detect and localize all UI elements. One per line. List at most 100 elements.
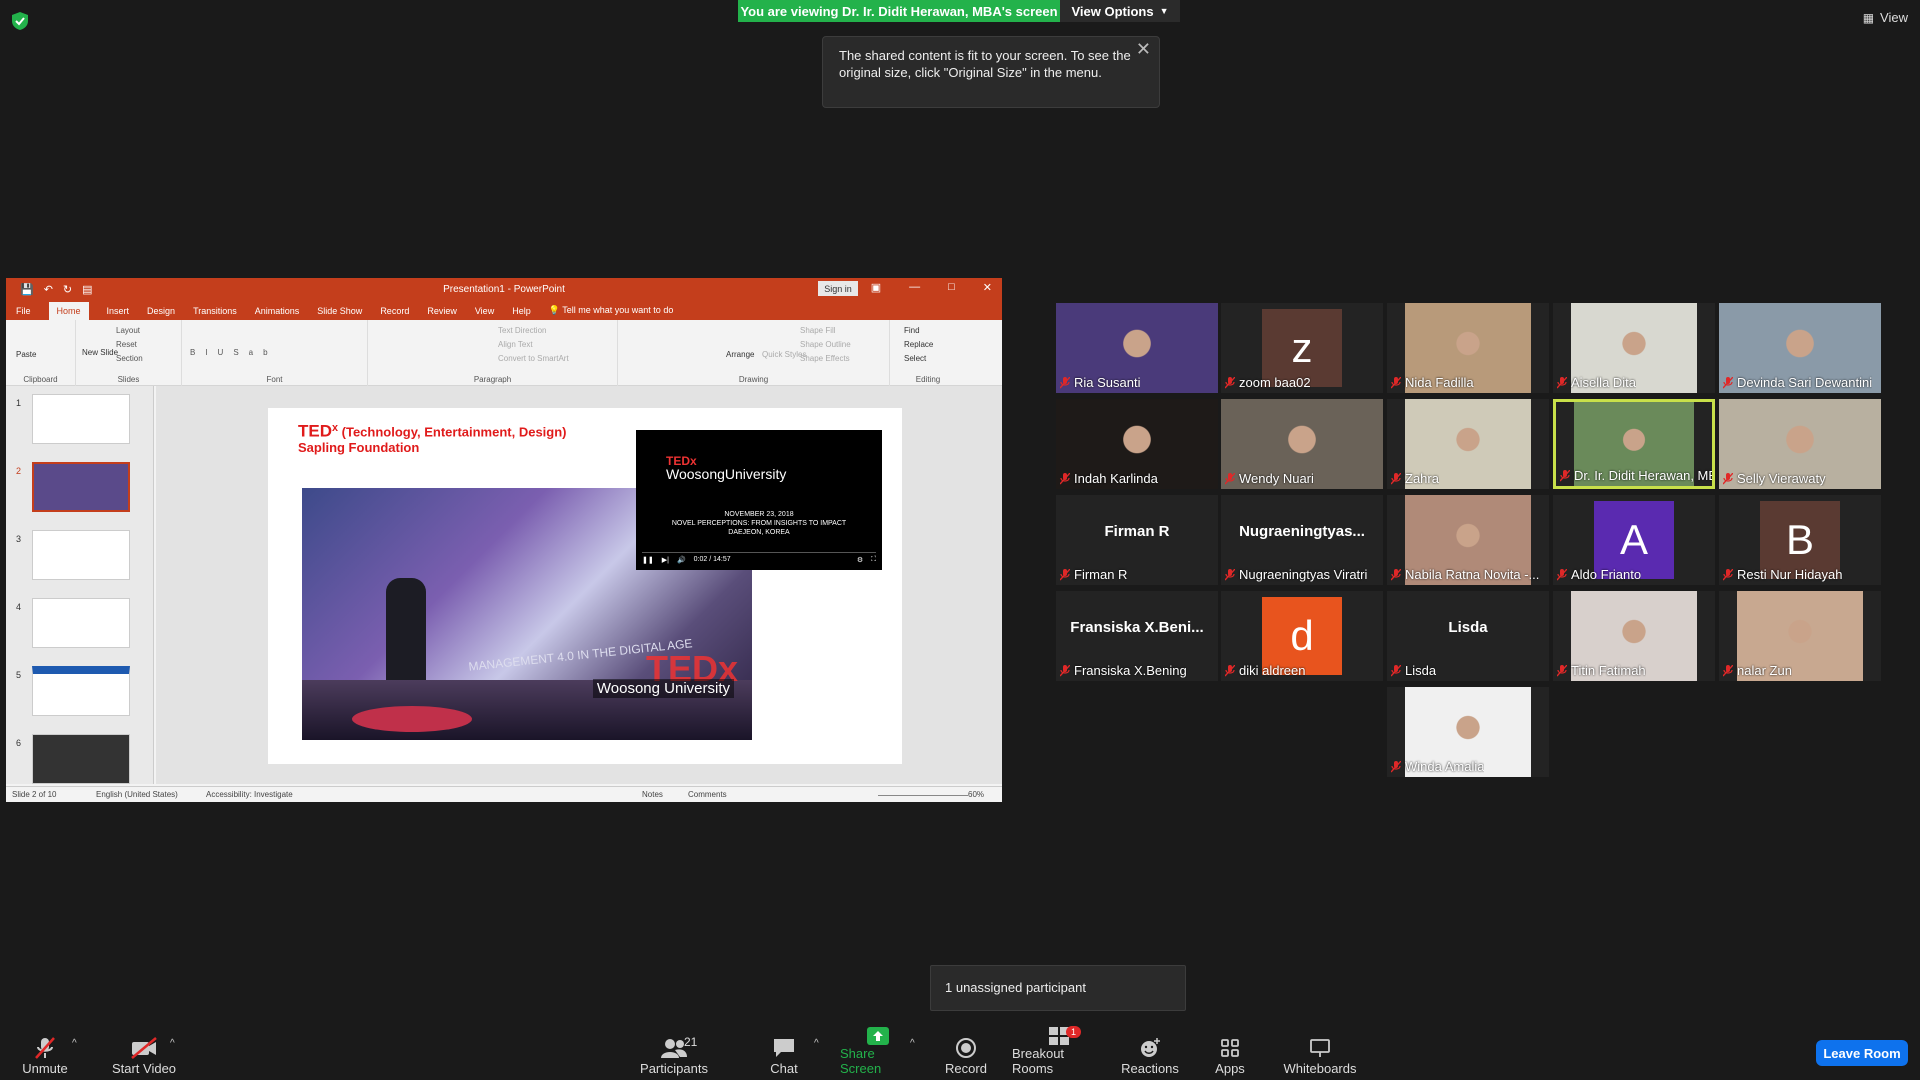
- participant-tile[interactable]: z zoom baa02: [1221, 303, 1383, 393]
- whiteboards-button[interactable]: Whiteboards: [1284, 1028, 1357, 1080]
- fullscreen-icon[interactable]: ⛶: [871, 556, 876, 564]
- slide-thumbnail-5[interactable]: [32, 666, 130, 716]
- shape-effects-button[interactable]: Shape Effects: [800, 354, 850, 363]
- notes-button[interactable]: Notes: [642, 790, 663, 799]
- reactions-button[interactable]: Reactions: [1121, 1028, 1179, 1080]
- view-options-button[interactable]: View Options ▼: [1060, 0, 1180, 22]
- view-button[interactable]: ▦ View: [1863, 10, 1908, 25]
- participant-tile[interactable]: Indah Karlinda: [1056, 399, 1218, 489]
- leave-room-button[interactable]: Leave Room: [1816, 1040, 1908, 1066]
- participant-tile[interactable]: Nugraeningtyas... Nugraeningtyas Viratri: [1221, 495, 1383, 585]
- slide-thumbnail-1[interactable]: [32, 394, 130, 444]
- participant-tile[interactable]: Devinda Sari Dewantini: [1719, 303, 1881, 393]
- participant-tile[interactable]: B Resti Nur Hidayah: [1719, 495, 1881, 585]
- minimize-icon[interactable]: —: [909, 281, 920, 294]
- video-options-caret-icon[interactable]: ^: [170, 1038, 175, 1049]
- participant-tile[interactable]: Titin Fatimah: [1553, 591, 1715, 681]
- undo-icon[interactable]: ↶: [44, 283, 53, 296]
- slideshow-icon[interactable]: ▤: [82, 283, 92, 296]
- text-direction-button[interactable]: Text Direction: [498, 326, 546, 335]
- skip-icon[interactable]: ▶|: [662, 556, 669, 564]
- layout-button[interactable]: Layout: [116, 326, 140, 335]
- current-slide[interactable]: TEDx (Technology, Entertainment, Design)…: [268, 408, 902, 764]
- chat-button[interactable]: Chat: [764, 1028, 804, 1080]
- chat-options-caret-icon[interactable]: ^: [814, 1038, 819, 1049]
- unmute-button[interactable]: Unmute: [20, 1028, 70, 1080]
- paste-button[interactable]: Paste: [16, 350, 36, 359]
- slide-thumbnail-6[interactable]: [32, 734, 130, 784]
- accessibility-status[interactable]: Accessibility: Investigate: [206, 790, 293, 799]
- unassigned-participant-notice[interactable]: 1 unassigned participant: [930, 965, 1186, 1011]
- shape-fill-button[interactable]: Shape Fill: [800, 326, 836, 335]
- tab-file[interactable]: File: [16, 302, 31, 320]
- tab-record[interactable]: Record: [380, 302, 409, 320]
- participant-tile[interactable]: Zahra: [1387, 399, 1549, 489]
- record-button[interactable]: Record: [940, 1028, 992, 1080]
- tab-review[interactable]: Review: [427, 302, 457, 320]
- arrange-button[interactable]: Arrange: [726, 350, 754, 359]
- align-text-button[interactable]: Align Text: [498, 340, 533, 349]
- participant-tile[interactable]: Winda Amalia: [1387, 687, 1549, 777]
- tab-help[interactable]: Help: [512, 302, 531, 320]
- tab-slide-show[interactable]: Slide Show: [317, 302, 362, 320]
- participant-tile[interactable]: Lisda Lisda: [1387, 591, 1549, 681]
- redo-icon[interactable]: ↻: [63, 283, 72, 296]
- quick-access-toolbar: 💾 ↶ ↻ ▤: [6, 283, 93, 296]
- reset-button[interactable]: Reset: [116, 340, 137, 349]
- share-screen-button[interactable]: Share Screen: [840, 1027, 916, 1080]
- close-icon[interactable]: ✕: [1136, 40, 1151, 58]
- participant-tile[interactable]: Aisella Dita: [1553, 303, 1715, 393]
- new-slide-button[interactable]: New Slide: [82, 348, 118, 357]
- font-format-buttons[interactable]: BIUSab: [190, 348, 278, 357]
- section-button[interactable]: Section: [116, 354, 143, 363]
- participant-tile[interactable]: Nida Fadilla: [1387, 303, 1549, 393]
- participant-tile[interactable]: A Aldo Frianto: [1553, 495, 1715, 585]
- participant-tile[interactable]: Dr. Ir. Didit Herawan, MBA: [1553, 399, 1715, 489]
- participant-tile[interactable]: Nabila Ratna Novita -...: [1387, 495, 1549, 585]
- participants-button[interactable]: 21 Participants: [638, 1028, 710, 1080]
- participant-tile[interactable]: Firman R Firman R: [1056, 495, 1218, 585]
- find-button[interactable]: Find: [904, 326, 920, 335]
- convert-smartart-button[interactable]: Convert to SmartArt: [498, 354, 569, 363]
- tab-insert[interactable]: Insert: [107, 302, 130, 320]
- zoom-slider[interactable]: [878, 795, 968, 796]
- participant-tile[interactable]: nalar Zun: [1719, 591, 1881, 681]
- tell-me-search[interactable]: 💡 Tell me what you want to do: [549, 301, 674, 320]
- pause-icon[interactable]: ❚❚: [642, 556, 654, 564]
- sign-in-button[interactable]: Sign in: [818, 281, 858, 296]
- maximize-icon[interactable]: □: [948, 281, 955, 294]
- select-button[interactable]: Select: [904, 354, 926, 363]
- ribbon-display-icon[interactable]: ▣: [871, 281, 881, 294]
- participant-tile[interactable]: Ria Susanti: [1056, 303, 1218, 393]
- shape-outline-button[interactable]: Shape Outline: [800, 340, 851, 349]
- close-window-icon[interactable]: ✕: [983, 281, 992, 294]
- participant-tile[interactable]: Fransiska X.Beni... Fransiska X.Bening: [1056, 591, 1218, 681]
- audio-options-caret-icon[interactable]: ^: [72, 1038, 77, 1049]
- share-options-caret-icon[interactable]: ^: [910, 1038, 915, 1049]
- participant-tile[interactable]: d diki aldreen: [1221, 591, 1383, 681]
- slide-thumbnail-3[interactable]: [32, 530, 130, 580]
- volume-icon[interactable]: 🔊: [677, 556, 686, 564]
- tab-home[interactable]: Home: [48, 302, 89, 320]
- slide-thumbnail-4[interactable]: [32, 598, 130, 648]
- zoom-level[interactable]: 60%: [968, 790, 984, 799]
- tab-transitions[interactable]: Transitions: [193, 302, 237, 320]
- settings-icon[interactable]: ⚙: [857, 556, 863, 564]
- tab-design[interactable]: Design: [147, 302, 175, 320]
- participant-tile[interactable]: Selly Vierawaty: [1719, 399, 1881, 489]
- save-icon[interactable]: 💾: [20, 283, 34, 296]
- security-shield-icon[interactable]: [12, 12, 28, 30]
- tab-view[interactable]: View: [475, 302, 494, 320]
- participant-tile[interactable]: Wendy Nuari: [1221, 399, 1383, 489]
- replace-button[interactable]: Replace: [904, 340, 933, 349]
- language[interactable]: English (United States): [96, 790, 178, 799]
- apps-button[interactable]: Apps: [1214, 1028, 1246, 1080]
- participant-name: Ria Susanti: [1074, 375, 1141, 390]
- breakout-rooms-button[interactable]: 1 Breakout Rooms: [1012, 1026, 1106, 1080]
- embedded-video[interactable]: TEDx WoosongUniversity NOVEMBER 23, 2018…: [636, 430, 882, 570]
- comments-button[interactable]: Comments: [688, 790, 727, 799]
- start-video-button[interactable]: Start Video: [106, 1028, 182, 1080]
- thumb-number: 1: [16, 398, 22, 408]
- slide-thumbnail-2[interactable]: [32, 462, 130, 512]
- tab-animations[interactable]: Animations: [255, 302, 300, 320]
